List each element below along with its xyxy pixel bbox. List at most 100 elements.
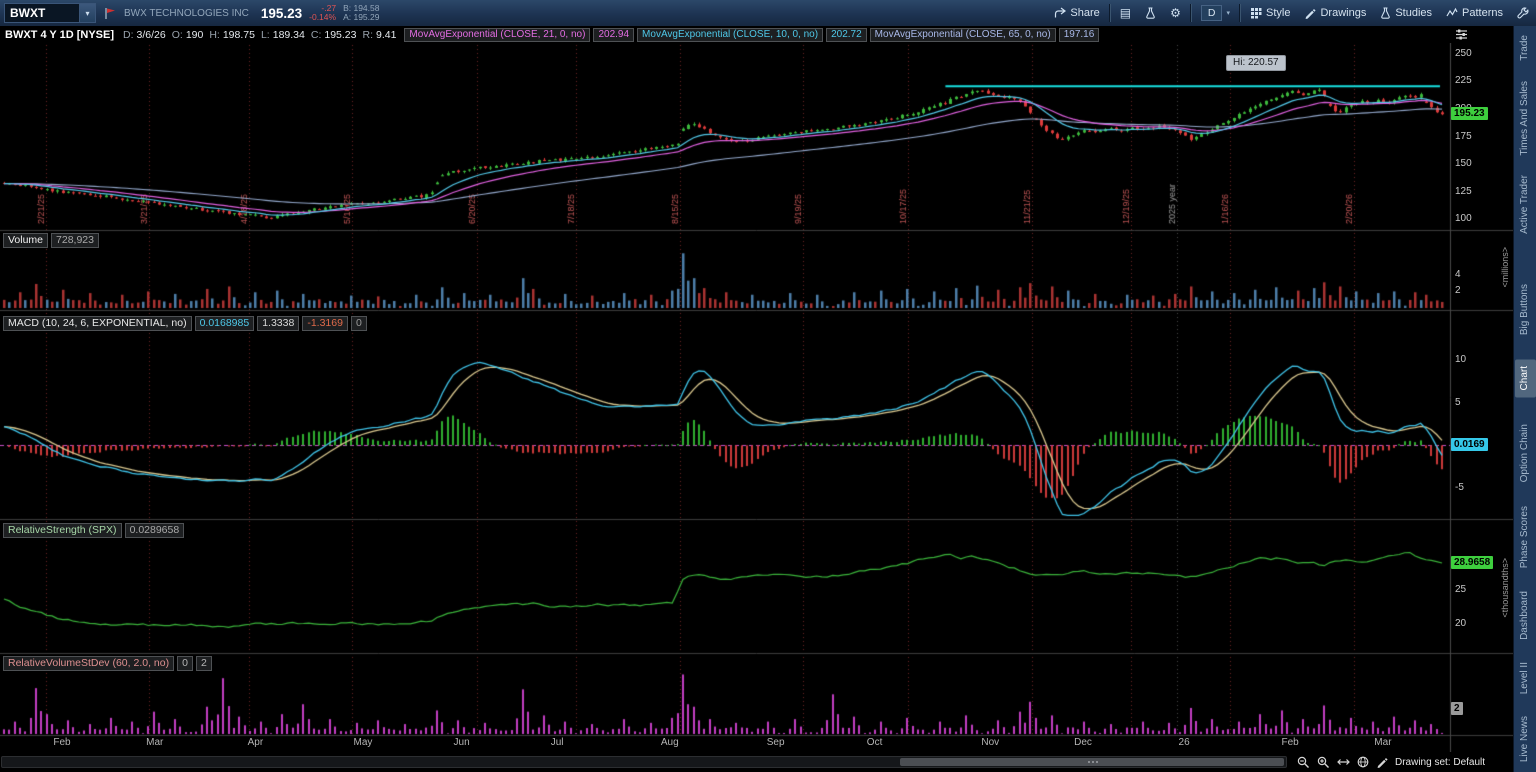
pencil-icon [1306,9,1317,19]
symbol-dropdown-button[interactable]: ▾ [79,4,95,22]
rs-label[interactable]: RelativeStrength (SPX) [3,522,122,538]
last-price: 195.23 [260,5,303,21]
macd-values: 0.0168985 1.3338 -1.3169 0 [194,315,367,331]
ohlc-fields: D: 3/6/26 O: 190 H: 198.75 L: 189.34 C: 195.23 R: 9… [123,29,399,41]
sidebar-tab-phase-scores[interactable]: Phase Scores [1515,499,1536,575]
ma-study-value: 202.72 [826,27,867,42]
scrollbar-thumb[interactable] [900,758,1284,766]
chart-header: BWXT 4 Y 1D [NYSE] D: 3/6/26 O: 190 H: 198.75… [0,26,1513,43]
patterns-label: Patterns [1462,7,1503,19]
volume-value: 728,923 [51,232,99,248]
symbol-value: BWXT [10,6,46,20]
sidebar-tab-level-ii[interactable]: Level II [1515,655,1536,701]
flask-icon [1146,7,1155,19]
rvol-value-chip: 2 [195,655,212,671]
toolbar-separator [1189,4,1192,22]
macd-value-chip: -1.3169 [302,315,348,331]
sidebar-tab-chart[interactable]: Chart [1514,358,1536,397]
macd-label[interactable]: MACD (10, 24, 6, EXPONENTIAL, no) [3,315,192,331]
macd-value-chip: 1.3338 [257,315,300,331]
ohlc-field-label: H: [209,28,220,41]
flag-icon[interactable] [104,7,116,20]
volume-panel-header: Volume 728,923 [3,232,99,248]
company-name: BWX TECHNOLOGIES INC [124,7,249,19]
volume-label[interactable]: Volume [3,232,49,248]
macd-value-chip: 0 [350,315,367,331]
ma-study-value: 202.94 [593,27,635,42]
share-button[interactable]: Share [1047,0,1106,26]
rvol-values: 02 [177,655,212,671]
calendar-icon: ▤ [1119,6,1132,20]
ma-study-label[interactable]: MovAvgExponential (CLOSE, 65, 0, no) [869,27,1056,42]
ohlc-field-label: R: [362,28,373,41]
rvol-panel-header: RelativeVolumeStDev (60, 2.0, no) 02 [3,655,212,671]
zoom-out-button[interactable] [1297,756,1310,769]
share-label: Share [1070,7,1100,19]
ohlc-field-value: 189.34 [272,28,305,41]
zoom-in-button[interactable] [1317,756,1330,769]
ma-study-label[interactable]: MovAvgExponential (CLOSE, 21, 0, no) [404,27,591,42]
style-button[interactable]: Style [1243,0,1297,26]
toolbar-separator [1108,4,1111,22]
chart-tools-icon[interactable] [1455,28,1468,41]
globe-button[interactable] [1357,756,1369,768]
timeframe-value: D [1200,5,1223,21]
reports-button[interactable]: ▤ [1113,0,1138,26]
patterns-zigzag-icon [1446,7,1458,17]
setup-button[interactable] [1510,0,1536,26]
sidebar-tabs: Trade Times And Sales Active Trader Big But… [1514,28,1536,769]
sidebar-tab-option-chain[interactable]: Option Chain [1515,417,1536,489]
ohlc-field-label: O: [171,28,183,41]
bottom-right-controls: Drawing set: Default [1297,756,1485,769]
studies-button[interactable]: Studies [1373,0,1439,26]
sidebar-tab-live-news[interactable]: Live News [1515,709,1536,769]
patterns-button[interactable]: Patterns [1439,0,1510,26]
chevron-down-icon: ▾ [1226,10,1230,17]
toolbar-separator [1239,4,1241,22]
change-percent: -0.14% [309,12,337,22]
chart-title: BWXT 4 Y 1D [NYSE] [5,28,115,41]
macd-value-chip: 0.0168985 [194,315,255,331]
ma-study-value: 197.16 [1058,27,1100,42]
change-stack: -.27 -0.14% [309,4,336,22]
ohlc-field-value: 198.75 [222,28,255,41]
drawing-set-label[interactable]: Drawing set: Default [1395,757,1485,768]
share-icon [1055,7,1067,18]
drawings-label: Drawings [1320,7,1367,19]
analyze-button[interactable] [1138,0,1163,26]
app-settings-button[interactable]: ⚙ [1163,0,1188,26]
chart-canvas[interactable] [0,43,1513,752]
sidebar-tab-trade[interactable]: Trade [1515,28,1536,68]
rvol-value-chip: 0 [177,655,193,671]
ohlc-field-value: 190 [185,28,204,41]
sidebar-tab-active-trader[interactable]: Active Trader [1515,168,1536,241]
rvol-label[interactable]: RelativeVolumeStDev (60, 2.0, no) [3,655,175,671]
timeframe-button[interactable]: D ▾ [1194,0,1237,26]
macd-panel-header: MACD (10, 24, 6, EXPONENTIAL, no) 0.0168… [3,315,367,331]
symbol-input[interactable]: BWXT ▾ [4,3,96,23]
ohlc-field-label: D: [123,28,134,41]
sidebar-tab-times-and-sales[interactable]: Times And Sales [1515,74,1536,163]
top-toolbar: BWXT ▾ BWX TECHNOLOGIES INC 195.23 -.27 … [0,0,1536,26]
ma-study-label[interactable]: MovAvgExponential (CLOSE, 10, 0, no) [637,27,824,42]
right-sidebar: Trade Times And Sales Active Trader Big But… [1513,26,1536,772]
drawings-button[interactable]: Drawings [1297,0,1373,26]
style-label: Style [1266,7,1291,19]
bottom-bar: Drawing set: Default [0,752,1513,772]
gear-icon: ⚙ [1170,6,1181,20]
chart-scrollbar[interactable] [1,756,1287,768]
rs-value: 0.0289658 [124,522,185,538]
sidebar-tab-big-buttons[interactable]: Big Buttons [1515,277,1536,342]
ask-value: A: 195.29 [343,12,380,22]
studies-flask-icon [1381,7,1391,19]
wrench-icon [1517,7,1529,19]
style-grid-icon [1251,8,1262,19]
drawing-pencil-button[interactable] [1376,756,1388,768]
pan-left-right-button[interactable] [1337,756,1350,768]
ohlc-field-value: 9.41 [375,28,397,41]
chart-area[interactable]: Volume 728,923 MACD (10, 24, 6, EXPONENT… [0,43,1513,752]
ohlc-field-value: 3/6/26 [136,28,166,41]
studies-label: Studies [1395,7,1433,19]
bid-ask-stack: B: 194.58 A: 195.29 [343,4,379,22]
sidebar-tab-dashboard[interactable]: Dashboard [1515,584,1536,647]
